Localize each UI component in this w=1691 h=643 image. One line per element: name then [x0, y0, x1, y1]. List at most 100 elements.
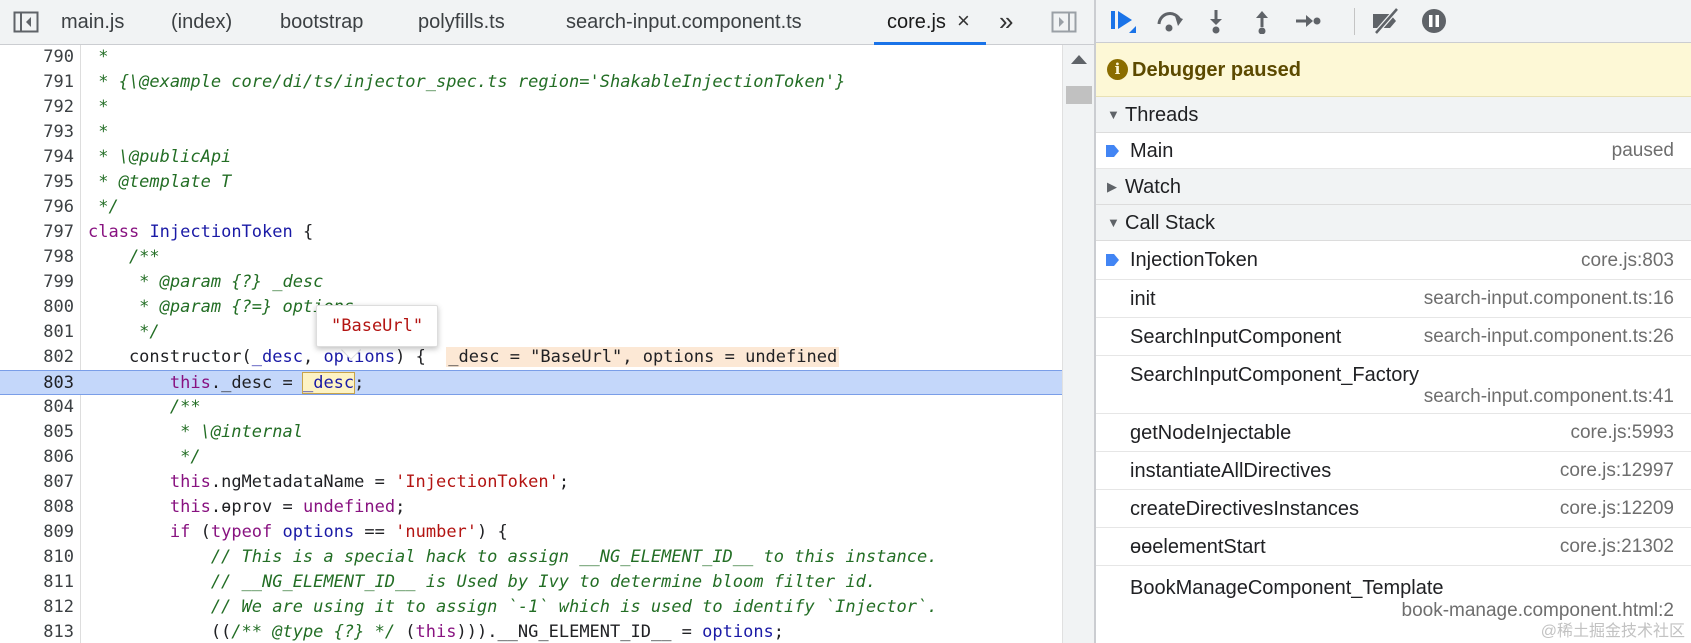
code-line[interactable]: 802 constructor(_desc, options) { _desc … [0, 345, 1062, 370]
frame-location[interactable]: core.js:12997 [1560, 452, 1674, 490]
inline-variable-values: _desc = "BaseUrl", options = undefined [446, 347, 840, 367]
resume-icon[interactable] [1108, 6, 1140, 36]
frame-location[interactable]: core.js:12209 [1560, 490, 1674, 528]
code-editor[interactable]: 790 * 791 * {\@example core/di/ts/inject… [0, 45, 1062, 643]
line-number[interactable]: 802 [0, 345, 74, 370]
line-number[interactable]: 797 [0, 220, 74, 245]
vertical-scrollbar[interactable] [1062, 45, 1094, 643]
code-line[interactable]: 813 ((/** @type {?} */ (this))).__NG_ELE… [0, 620, 1062, 643]
line-number[interactable]: 801 [0, 320, 74, 345]
frame-name: init [1130, 288, 1156, 310]
line-number[interactable]: 810 [0, 545, 74, 570]
code-text: */ [88, 322, 160, 342]
line-number[interactable]: 799 [0, 270, 74, 295]
tab-search-input-component[interactable]: search-input.component.ts [566, 0, 802, 45]
code-line[interactable]: 809 if (typeof options == 'number') { [0, 520, 1062, 545]
code-text: * @param {?=} options [88, 297, 355, 317]
step-into-icon[interactable] [1200, 6, 1232, 36]
thread-item-main[interactable]: Main paused [1096, 133, 1691, 169]
line-number[interactable]: 800 [0, 295, 74, 320]
code-line[interactable]: 805 * \@internal [0, 420, 1062, 445]
frame-location[interactable]: search-input.component.ts:41 [1424, 381, 1674, 413]
code-line[interactable]: 806 */ [0, 445, 1062, 470]
code-line[interactable]: 811 // __NG_ELEMENT_ID__ is Used by Ivy … [0, 570, 1062, 595]
line-number[interactable]: 811 [0, 570, 74, 595]
line-number[interactable]: 808 [0, 495, 74, 520]
step-out-icon[interactable] [1246, 6, 1278, 36]
code-line[interactable]: 797 class InjectionToken { [0, 220, 1062, 245]
tab-main-js[interactable]: main.js [61, 0, 124, 45]
frame-location[interactable]: core.js:5993 [1570, 414, 1674, 452]
code-line[interactable]: 794 * \@publicApi [0, 145, 1062, 170]
paused-execution-line[interactable]: 803 this._desc = _desc; [0, 370, 1062, 395]
line-number[interactable]: 804 [0, 395, 74, 420]
line-number[interactable]: 812 [0, 595, 74, 620]
step-over-icon[interactable] [1154, 6, 1186, 36]
code-line[interactable]: 800 * @param {?=} options [0, 295, 1062, 320]
line-number[interactable]: 805 [0, 420, 74, 445]
call-frame[interactable]: init search-input.component.ts:16 [1096, 280, 1691, 318]
code-line[interactable]: 798 /** [0, 245, 1062, 270]
code-line[interactable]: 792 * [0, 95, 1062, 120]
thread-name: Main [1130, 140, 1174, 162]
call-frame[interactable]: getNodeInjectable core.js:5993 [1096, 414, 1691, 452]
line-number[interactable]: 790 [0, 45, 74, 70]
call-frame[interactable]: createDirectivesInstances core.js:12209 [1096, 490, 1691, 528]
sidebar-toggle-icon[interactable] [12, 9, 40, 35]
code-line[interactable]: 801 */ [0, 320, 1062, 345]
watch-section-header[interactable]: ▶ Watch [1096, 169, 1691, 205]
code-line[interactable]: 790 * [0, 45, 1062, 70]
call-frame[interactable]: InjectionToken core.js:803 [1096, 241, 1691, 280]
line-number[interactable]: 813 [0, 620, 74, 643]
deactivate-breakpoints-icon[interactable] [1370, 6, 1402, 36]
frame-location[interactable]: core.js:803 [1581, 241, 1674, 280]
threads-section-header[interactable]: ▼ Threads [1096, 97, 1691, 133]
debugger-panel-toggle-icon[interactable] [1050, 9, 1078, 35]
frame-location[interactable]: search-input.component.ts:26 [1424, 318, 1674, 356]
line-number[interactable]: 798 [0, 245, 74, 270]
tab-bootstrap[interactable]: bootstrap [280, 0, 363, 45]
line-number[interactable]: 791 [0, 70, 74, 95]
frame-location[interactable]: search-input.component.ts:16 [1424, 280, 1674, 318]
line-number[interactable]: 793 [0, 120, 74, 145]
code-line[interactable]: 808 this.ɵprov = undefined; [0, 495, 1062, 520]
more-tabs-icon[interactable]: » [999, 0, 1014, 45]
code-line[interactable]: 791 * {\@example core/di/ts/injector_spe… [0, 70, 1062, 95]
line-number[interactable]: 796 [0, 195, 74, 220]
scroll-up-arrow-icon[interactable] [1071, 55, 1087, 64]
scrollbar-thumb[interactable] [1066, 86, 1092, 104]
pause-on-exceptions-icon[interactable] [1418, 6, 1450, 36]
tab-core-js[interactable]: core.js [887, 0, 946, 45]
code-line[interactable]: 804 /** [0, 395, 1062, 420]
code-line[interactable]: 812 // We are using it to assign `-1` wh… [0, 595, 1062, 620]
line-number[interactable]: 803 [0, 371, 74, 396]
tab-polyfills[interactable]: polyfills.ts [418, 0, 505, 45]
call-frame[interactable]: ɵɵelementStart core.js:21302 [1096, 528, 1691, 566]
call-stack-section-header[interactable]: ▼ Call Stack [1096, 205, 1691, 241]
code-text: * [88, 97, 109, 117]
code-line[interactable]: 810 // This is a special hack to assign … [0, 545, 1062, 570]
section-title: Threads [1125, 104, 1199, 126]
call-frame[interactable]: SearchInputComponent search-input.compon… [1096, 318, 1691, 356]
code-line[interactable]: 799 * @param {?} _desc [0, 270, 1062, 295]
code-line[interactable]: 795 * @template T [0, 170, 1062, 195]
hover-value-tooltip: "BaseUrl" [316, 305, 439, 347]
line-number[interactable]: 794 [0, 145, 74, 170]
code-line[interactable]: 807 this.ngMetadataName = 'InjectionToke… [0, 470, 1062, 495]
code-line[interactable]: 796 */ [0, 195, 1062, 220]
frame-location[interactable]: core.js:21302 [1560, 528, 1674, 566]
line-number[interactable]: 806 [0, 445, 74, 470]
call-frame[interactable]: instantiateAllDirectives core.js:12997 [1096, 452, 1691, 490]
line-number[interactable]: 809 [0, 520, 74, 545]
code-text: * {\@example core/di/ts/injector_spec.ts… [88, 72, 846, 92]
debugger-paused-banner: i Debugger paused [1096, 43, 1691, 97]
call-frame[interactable]: SearchInputComponent_Factory search-inpu… [1096, 356, 1691, 414]
step-icon[interactable] [1292, 6, 1324, 36]
tab-index[interactable]: (index) [171, 0, 232, 45]
frame-name: SearchInputComponent [1130, 326, 1342, 348]
close-icon[interactable]: × [957, 0, 970, 45]
line-number[interactable]: 807 [0, 470, 74, 495]
code-line[interactable]: 793 * [0, 120, 1062, 145]
line-number[interactable]: 795 [0, 170, 74, 195]
line-number[interactable]: 792 [0, 95, 74, 120]
